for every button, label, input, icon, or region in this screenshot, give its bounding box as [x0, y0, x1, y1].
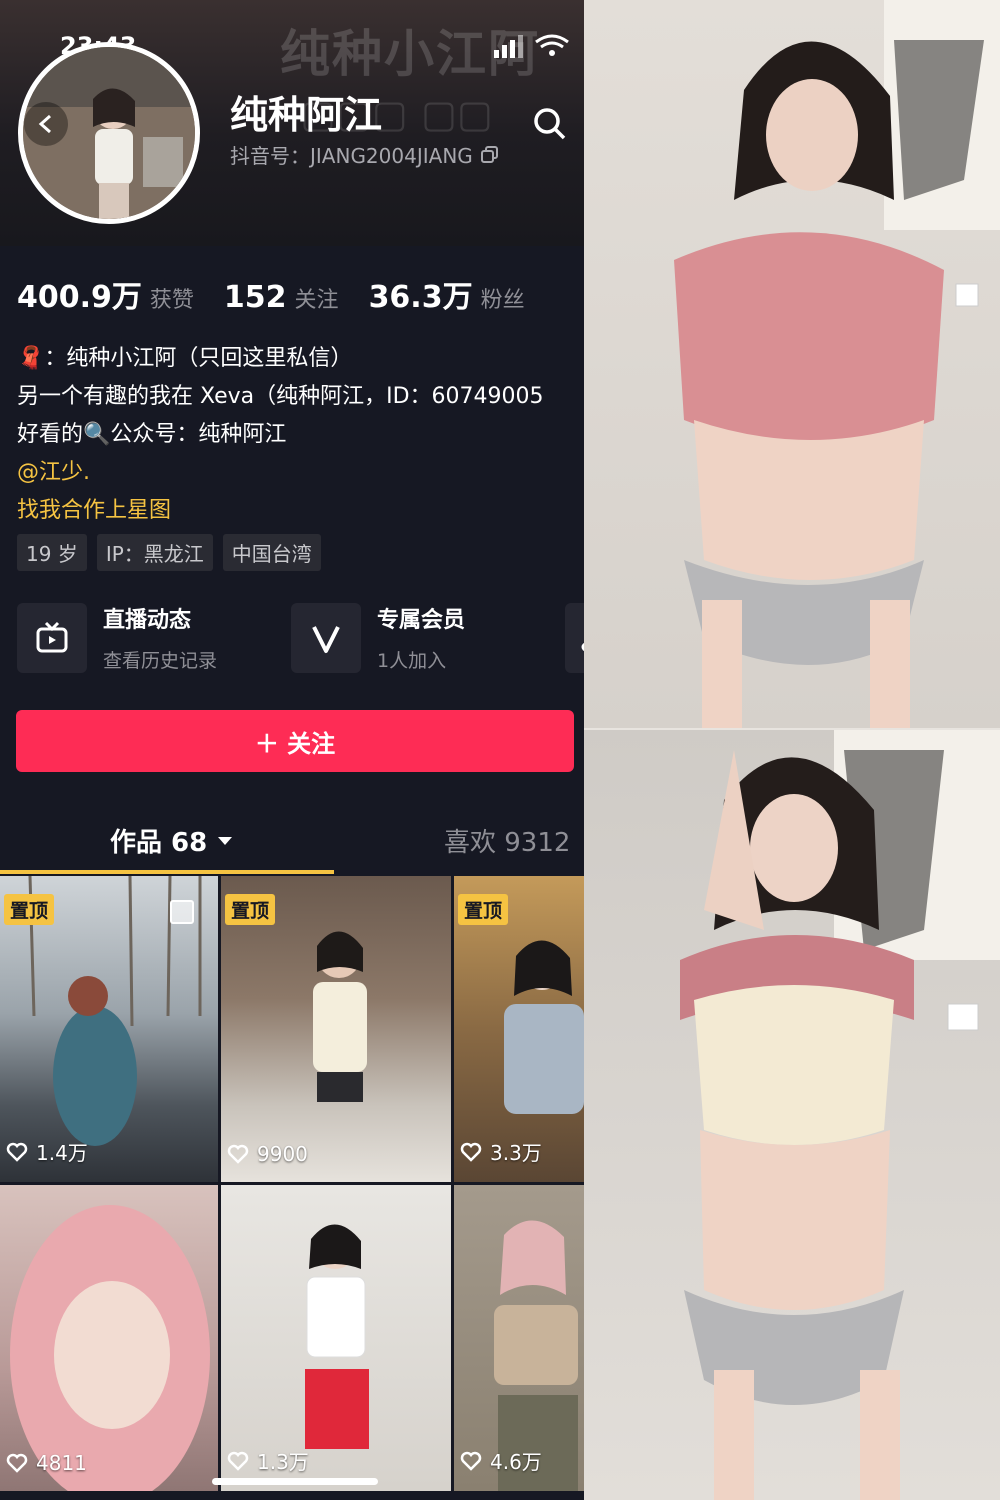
stat-followers-num: 36.3万: [368, 280, 473, 315]
feature-live-title: 直播动态: [103, 608, 192, 633]
stat-likes-label: 获赞: [149, 288, 194, 313]
tag-age: 19 岁: [17, 534, 87, 571]
heart-icon: [460, 1142, 482, 1162]
bio-mention-link[interactable]: @江少.: [17, 454, 584, 492]
video-thumb[interactable]: 4811: [0, 1185, 218, 1491]
feature-membership-sub: 1人加入: [377, 650, 447, 672]
caret-down-icon: [218, 836, 233, 845]
feature-live-sub: 查看历史记录: [103, 650, 218, 672]
music-icon: [565, 602, 584, 673]
video-likes: 1.3万: [227, 1446, 309, 1475]
signal-wifi-icon: [494, 34, 569, 58]
follow-button[interactable]: ＋ 关注: [16, 710, 574, 772]
bio-line-3: 好看的🔍公众号：纯种阿江: [17, 422, 287, 447]
tab-works-label: 作品 68: [110, 828, 208, 858]
profile-header: 纯种小江阿 ▢▢▢ ▢▢ 23:43 纯种阿江 抖音号：JIANG2004JIA…: [0, 0, 584, 246]
video-likes: 3.3万: [460, 1137, 542, 1166]
home-indicator[interactable]: [212, 1478, 378, 1485]
heart-icon: [227, 1144, 249, 1164]
thumb-photo: [10, 1205, 210, 1491]
chevron-left-icon: [38, 114, 51, 134]
bio-line-2: 另一个有趣的我在 Xeva（纯种阿江，ID：60749005: [17, 384, 544, 409]
pinned-badge: 置顶: [458, 894, 509, 925]
pinned-badge: 置顶: [225, 894, 276, 925]
back-button[interactable]: [24, 102, 68, 146]
pinned-badge: 置顶: [4, 894, 55, 925]
video-thumb[interactable]: 4.6万: [454, 1185, 584, 1491]
video-likes: 1.4万: [6, 1137, 88, 1166]
search-icon[interactable]: [530, 104, 570, 144]
video-likes: 4.6万: [460, 1446, 542, 1475]
photo-top-image: [674, 0, 1000, 728]
stat-followers-label: 粉丝: [480, 288, 525, 313]
profile-screen: 纯种小江阿 ▢▢▢ ▢▢ 23:43 纯种阿江 抖音号：JIANG2004JIA…: [0, 0, 584, 1500]
copy-icon[interactable]: [480, 145, 499, 164]
video-likes-count: 9900: [257, 1142, 308, 1166]
content-tabs: 作品 68 喜欢 9312: [0, 812, 584, 874]
video-likes-count: 4811: [36, 1451, 87, 1475]
v-icon: [291, 602, 361, 673]
feature-live-history[interactable]: 直播动态 查看历史记录: [17, 602, 291, 673]
video-likes-count: 1.4万: [36, 1141, 88, 1165]
tab-works[interactable]: 作品 68: [110, 822, 233, 859]
photo-top: [584, 0, 1000, 728]
stat-followers[interactable]: 36.3万 粉丝: [369, 272, 525, 316]
photo-collage: [584, 0, 1000, 1500]
photo-bottom: [584, 730, 1000, 1500]
video-thumb[interactable]: 1.3万: [221, 1185, 451, 1491]
bio-line-1: 🧣：纯种小江阿（只回这里私信）: [17, 346, 353, 371]
profile-username: 纯种阿江: [230, 93, 383, 137]
profile-bio: 🧣：纯种小江阿（只回这里私信） 另一个有趣的我在 Xeva（纯种阿江，ID：60…: [17, 340, 584, 530]
video-likes: 4811: [6, 1451, 87, 1475]
feature-membership[interactable]: 专属会员 1人加入: [291, 602, 565, 673]
feature-music[interactable]: [565, 602, 584, 673]
douyin-id: 抖音号：JIANG2004JIANG: [230, 140, 499, 169]
stat-following-label: 关注: [294, 288, 339, 313]
video-grid: 置顶 1.4万 置顶 9900 置顶 3.3万 4811 1.3万 4.6万: [0, 876, 584, 1491]
heart-icon: [227, 1451, 249, 1471]
profile-tags: 19 岁 IP：黑龙江 中国台湾: [17, 534, 321, 571]
stat-following[interactable]: 152 关注: [224, 280, 339, 315]
video-likes-count: 3.3万: [490, 1141, 542, 1165]
stat-likes-num: 400.9万: [17, 280, 142, 315]
tab-active-underline: [0, 870, 334, 874]
heart-icon: [6, 1142, 28, 1162]
heart-icon: [460, 1451, 482, 1471]
video-thumb[interactable]: 置顶 3.3万: [454, 876, 584, 1182]
select-checkbox[interactable]: [170, 900, 194, 924]
heart-icon: [6, 1453, 28, 1473]
tag-ip: IP：黑龙江: [96, 534, 213, 571]
video-thumb[interactable]: 置顶 9900: [221, 876, 451, 1182]
photo-bottom-image: [680, 730, 1000, 1500]
video-likes-count: 1.3万: [257, 1450, 309, 1474]
stat-likes[interactable]: 400.9万 获赞: [17, 272, 194, 316]
tab-likes[interactable]: 喜欢 9312: [444, 822, 570, 859]
bio-cooperation-link[interactable]: 找我合作上星图: [17, 492, 584, 530]
feature-row: 直播动态 查看历史记录 专属会员 1人加入: [17, 602, 584, 673]
video-likes-count: 4.6万: [490, 1450, 542, 1474]
tv-icon: [17, 602, 87, 673]
stat-following-num: 152: [223, 280, 287, 315]
tag-region: 中国台湾: [222, 534, 321, 571]
douyin-id-text: 抖音号：JIANG2004JIANG: [230, 144, 473, 168]
video-thumb[interactable]: 置顶 1.4万: [0, 876, 218, 1182]
video-likes: 9900: [227, 1142, 308, 1166]
profile-stats: 400.9万 获赞 152 关注 36.3万 粉丝: [17, 272, 525, 316]
feature-membership-title: 专属会员: [377, 608, 466, 633]
